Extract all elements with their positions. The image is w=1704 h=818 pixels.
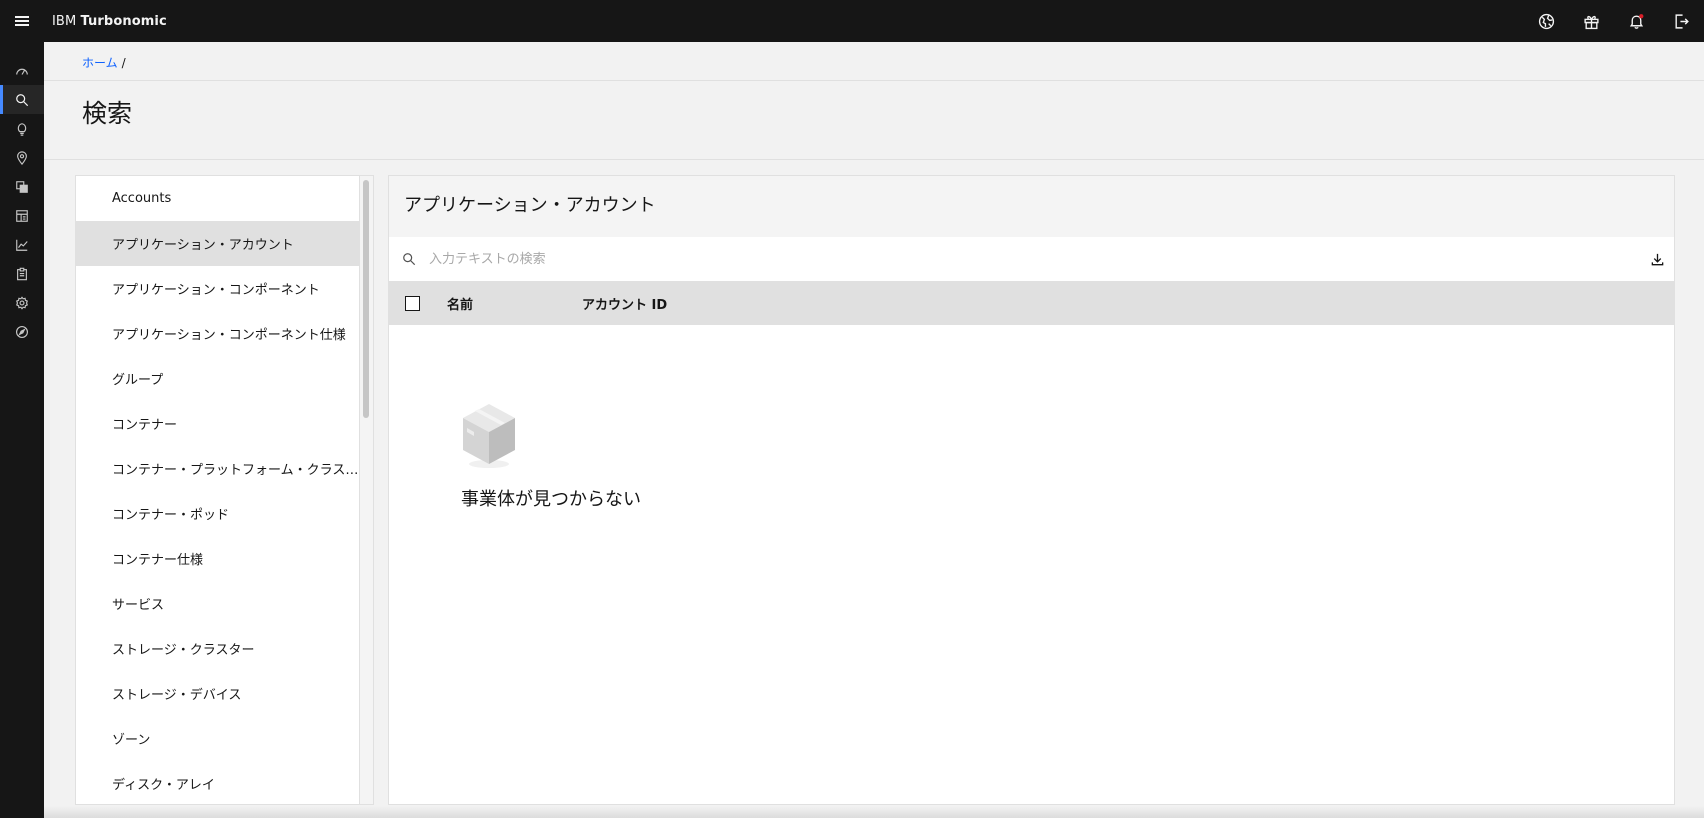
- location-icon[interactable]: [0, 143, 44, 172]
- dashboard-icon[interactable]: [0, 56, 44, 85]
- left-nav-rail: [0, 42, 44, 818]
- copy-icon[interactable]: [0, 172, 44, 201]
- clipboard-icon[interactable]: [0, 259, 44, 288]
- list-scrollbar-thumb[interactable]: [363, 180, 369, 418]
- header-actions: [1524, 0, 1704, 42]
- entity-type-item-services[interactable]: サービス: [76, 581, 360, 626]
- notification-icon[interactable]: [1614, 0, 1659, 42]
- entity-type-item-containers[interactable]: コンテナー: [76, 401, 360, 446]
- brand-name: Turbonomic: [80, 13, 167, 29]
- breadcrumb: ホーム /: [82, 54, 126, 71]
- entity-type-list: Accounts アプリケーション・アカウント アプリケーション・コンポーネント…: [75, 175, 374, 805]
- entity-type-item-disk-arrays[interactable]: ディスク・アレイ: [76, 761, 360, 804]
- lightbulb-icon[interactable]: [0, 114, 44, 143]
- search-input[interactable]: [429, 237, 1599, 281]
- results-title: アプリケーション・アカウント: [404, 195, 656, 216]
- logout-icon[interactable]: [1659, 0, 1704, 42]
- search-icon[interactable]: [0, 85, 44, 114]
- list-scrollbar[interactable]: [359, 176, 373, 804]
- chart-line-icon[interactable]: [0, 230, 44, 259]
- entity-type-item-container-platform-clusters[interactable]: コンテナー・プラットフォーム・クラス…: [76, 446, 360, 491]
- breadcrumb-separator: /: [121, 56, 126, 70]
- entity-type-item-application-component-specs[interactable]: アプリケーション・コンポーネント仕様: [76, 311, 360, 356]
- globe-icon[interactable]: [1524, 0, 1569, 42]
- entity-type-item-container-specs[interactable]: コンテナー仕様: [76, 536, 360, 581]
- entity-type-item-groups[interactable]: グループ: [76, 356, 360, 401]
- entity-type-item-storage-clusters[interactable]: ストレージ・クラスター: [76, 626, 360, 671]
- breadcrumb-home-link[interactable]: ホーム: [82, 56, 118, 70]
- search-icon: [389, 237, 429, 281]
- results-panel: アプリケーション・アカウント 名前 アカウント ID 事業体が見つからない: [388, 175, 1675, 805]
- gift-icon[interactable]: [1569, 0, 1614, 42]
- menu-icon[interactable]: [0, 0, 44, 42]
- select-all-checkbox[interactable]: [405, 295, 420, 311]
- download-icon[interactable]: [1646, 248, 1668, 270]
- search-bar: [389, 237, 1674, 281]
- results-header: アプリケーション・アカウント: [389, 176, 1674, 237]
- bottom-edge: [44, 806, 1704, 818]
- table-header: 名前 アカウント ID: [389, 281, 1674, 325]
- entity-type-item-accounts[interactable]: Accounts: [76, 176, 360, 221]
- empty-box-icon: [461, 398, 521, 474]
- empty-state-message: 事業体が見つからない: [461, 489, 641, 510]
- product-brand[interactable]: IBM Turbonomic: [52, 14, 167, 29]
- entity-type-item-zones[interactable]: ゾーン: [76, 716, 360, 761]
- compass-icon[interactable]: [0, 317, 44, 346]
- settings-icon[interactable]: [0, 288, 44, 317]
- entity-type-item-container-pods[interactable]: コンテナー・ポッド: [76, 491, 360, 536]
- divider: [44, 159, 1704, 160]
- entity-type-item-storage-devices[interactable]: ストレージ・デバイス: [76, 671, 360, 716]
- column-header-name[interactable]: 名前: [447, 294, 473, 313]
- entity-type-item-application-components[interactable]: アプリケーション・コンポーネント: [76, 266, 360, 311]
- brand-prefix: IBM: [52, 13, 77, 29]
- entity-type-item-application-accounts[interactable]: アプリケーション・アカウント: [76, 221, 360, 266]
- top-header: IBM Turbonomic: [0, 0, 1704, 42]
- column-header-account-id[interactable]: アカウント ID: [582, 294, 667, 313]
- page-title: 検索: [82, 99, 133, 128]
- table-split-icon[interactable]: [0, 201, 44, 230]
- divider: [44, 80, 1704, 81]
